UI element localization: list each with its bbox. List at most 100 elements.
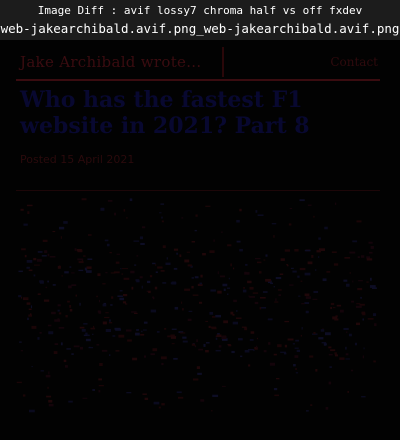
diff-speck xyxy=(114,327,121,330)
diff-speck xyxy=(52,231,56,233)
diff-speck xyxy=(283,352,287,355)
diff-speck xyxy=(155,271,158,273)
diff-speck xyxy=(339,357,345,360)
diff-speck xyxy=(362,355,364,359)
diff-speck xyxy=(126,217,128,219)
diff-speck xyxy=(300,280,303,282)
diff-speck xyxy=(98,390,101,393)
diff-speck xyxy=(18,295,22,298)
diff-speck xyxy=(187,264,192,267)
diff-speck xyxy=(357,288,363,291)
diff-speck xyxy=(79,302,81,306)
diff-speck xyxy=(159,212,162,214)
diff-speck xyxy=(249,339,254,341)
diff-speck xyxy=(152,348,158,352)
diff-speck xyxy=(343,279,348,282)
diff-speck xyxy=(271,223,277,225)
diff-speck xyxy=(160,203,165,205)
diff-speck xyxy=(103,302,107,305)
diff-speck xyxy=(160,270,165,272)
diff-speck xyxy=(294,249,299,252)
diff-speck xyxy=(71,284,77,286)
diff-speck xyxy=(161,362,164,366)
diff-speck xyxy=(328,353,333,356)
diff-speck xyxy=(89,346,91,348)
diff-speck xyxy=(259,271,262,274)
header-rule xyxy=(16,79,380,81)
diff-speck xyxy=(47,280,49,283)
diff-speck xyxy=(115,261,120,264)
diff-speck xyxy=(280,258,285,261)
diff-speck xyxy=(46,395,52,398)
diff-speck xyxy=(48,403,54,407)
diff-speck xyxy=(28,308,32,310)
diff-speck xyxy=(199,301,203,304)
diff-speck xyxy=(345,358,350,360)
diff-speck xyxy=(110,304,113,306)
diff-speck xyxy=(254,301,259,305)
diff-speck xyxy=(244,350,250,353)
diff-speck xyxy=(356,220,362,223)
diff-speck xyxy=(320,329,325,332)
diff-speck xyxy=(257,214,264,216)
diff-speck xyxy=(267,318,273,321)
diff-speck xyxy=(170,282,177,285)
diff-speck xyxy=(92,389,95,391)
diff-speck xyxy=(30,305,33,309)
diff-speck xyxy=(248,295,250,297)
diff-speck xyxy=(243,287,245,289)
diff-speck xyxy=(361,311,365,315)
diff-speck xyxy=(69,266,72,268)
diff-speck xyxy=(236,310,238,312)
diff-noise-area xyxy=(16,198,377,413)
diff-speck xyxy=(196,366,200,369)
diff-speck xyxy=(256,345,258,349)
diff-speck xyxy=(101,349,108,352)
diff-speck xyxy=(161,216,163,219)
diff-speck xyxy=(255,258,261,260)
diff-speck xyxy=(111,296,114,299)
diff-speck xyxy=(227,293,229,295)
diff-speck xyxy=(76,249,82,252)
diff-speck xyxy=(259,306,262,310)
diff-speck xyxy=(100,207,105,211)
diff-speck xyxy=(59,226,65,230)
diff-speck xyxy=(44,250,48,254)
diff-speck xyxy=(58,312,62,315)
diff-speck xyxy=(125,303,128,305)
diff-speck xyxy=(181,217,184,219)
diff-speck xyxy=(144,355,146,358)
diff-speck xyxy=(329,366,332,368)
diff-speck xyxy=(205,320,208,322)
diff-speck xyxy=(198,348,203,351)
diff-speck xyxy=(75,294,77,297)
diff-speck xyxy=(52,284,56,286)
diff-speck xyxy=(33,257,37,261)
diff-speck xyxy=(102,321,107,325)
diff-speck xyxy=(65,315,68,318)
diff-speck xyxy=(324,226,328,230)
diff-speck xyxy=(333,263,339,266)
diff-speck xyxy=(57,304,61,307)
diff-speck xyxy=(360,296,362,299)
diff-speck xyxy=(191,241,195,243)
diff-speck xyxy=(105,312,109,314)
diff-speck xyxy=(280,351,286,353)
diff-speck xyxy=(354,342,357,346)
diff-speck xyxy=(22,394,26,397)
diff-speck xyxy=(79,326,85,329)
post-date: Posted 15 April 2021 xyxy=(20,153,135,166)
diff-speck xyxy=(165,262,171,265)
diff-speck xyxy=(231,350,235,354)
diff-speck xyxy=(290,267,294,269)
diff-speck xyxy=(348,333,352,337)
diff-speck xyxy=(132,357,138,361)
diff-speck xyxy=(284,249,290,252)
diff-speck xyxy=(187,318,192,321)
diff-speck xyxy=(260,297,266,299)
diff-speck xyxy=(265,278,271,282)
site-name: Jake Archibald wrote... xyxy=(20,53,202,71)
diff-speck xyxy=(345,353,349,356)
diff-speck xyxy=(20,350,23,352)
diff-speck xyxy=(106,243,110,247)
